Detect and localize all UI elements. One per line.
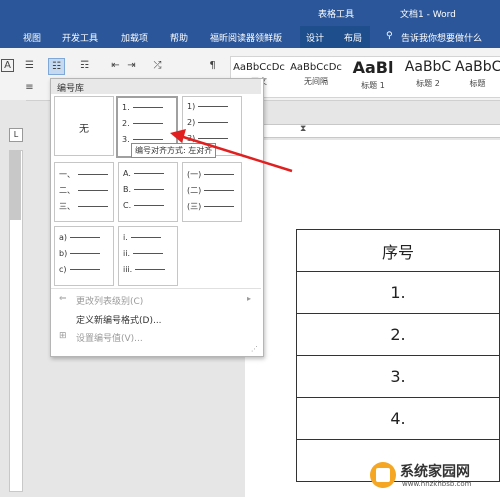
tile-line: B. xyxy=(123,185,173,194)
show-marks-icon[interactable]: ¶ xyxy=(205,58,220,73)
tab-selector[interactable]: L xyxy=(9,128,23,142)
table-cell[interactable]: 4. xyxy=(296,397,500,440)
numbering-tile-chinese[interactable]: 一、 二、 三、 xyxy=(54,162,114,222)
table-row: 3. xyxy=(296,355,500,398)
context-tab-group: 表格工具 xyxy=(318,10,355,20)
vertical-ruler-margin xyxy=(9,150,21,220)
tile-line: c) xyxy=(59,265,109,274)
resize-grip-icon[interactable]: ⋰ xyxy=(251,345,258,353)
table-cell[interactable]: 1. xyxy=(296,271,500,314)
set-value-icon: ⊞ xyxy=(59,331,67,341)
menu-set-numbering-value: 设置编号值(V)... xyxy=(76,334,143,344)
tile-line: C. xyxy=(123,201,173,210)
tab-view[interactable]: 视图 xyxy=(23,31,41,44)
watermark: 系统家园网 www.hnzkhbsb.com xyxy=(370,458,495,492)
numbering-button[interactable]: ☷ xyxy=(48,58,65,75)
table-header-cell[interactable]: 序号 xyxy=(296,229,500,272)
tile-line: b) xyxy=(59,249,109,258)
style-no-spacing[interactable]: AaBbCcDc 无间隔 xyxy=(288,58,344,94)
watermark-url: www.hnzkhbsb.com xyxy=(402,480,472,488)
menu-divider xyxy=(51,288,261,289)
change-level-icon: ⇐ xyxy=(59,294,67,304)
bullets-icon[interactable]: ☰ xyxy=(22,58,37,73)
annotation-arrow xyxy=(170,129,293,173)
increase-indent-icon[interactable]: ⇥ xyxy=(124,58,139,73)
table-row: 序号 xyxy=(296,229,500,272)
style-heading-1[interactable]: AaBl 标题 1 xyxy=(345,58,401,94)
table-row: 4. xyxy=(296,397,500,440)
table-cell[interactable]: 3. xyxy=(296,355,500,398)
menu-define-new-format[interactable]: 定义新编号格式(D)... xyxy=(76,313,162,326)
tab-addins[interactable]: 加载项 xyxy=(121,31,148,44)
document-table: 序号 1. 2. 3. 4. xyxy=(296,229,500,482)
decrease-indent-icon[interactable]: ⇤ xyxy=(108,58,123,73)
style-title[interactable]: AaBbC 标题 xyxy=(455,58,500,94)
multilevel-list-icon[interactable]: ☶ xyxy=(77,58,92,73)
table-row: 2. xyxy=(296,313,500,356)
text-box-icon[interactable]: A xyxy=(1,59,14,72)
tile-line: (三) xyxy=(187,201,237,212)
menu-change-list-level: 更改列表级别(C) xyxy=(76,297,144,307)
table-cell[interactable]: 2. xyxy=(296,313,500,356)
document-title: 文档1 - Word xyxy=(400,10,456,20)
table-row: 1. xyxy=(296,271,500,314)
tab-foxit[interactable]: 福昕阅读器领鲜版 xyxy=(210,31,282,44)
sort-icon[interactable]: ⤮ xyxy=(150,58,165,73)
tile-line: iii. xyxy=(123,265,173,274)
tile-line: a) xyxy=(59,233,109,242)
tile-line: 1) xyxy=(187,102,237,111)
search-icon[interactable]: ⚲ xyxy=(386,31,393,41)
numbering-tile-lower-alpha[interactable]: a) b) c) xyxy=(54,226,114,286)
watermark-title: 系统家园网 xyxy=(400,464,470,480)
tab-design[interactable]: 设计 xyxy=(306,31,324,44)
indent-marker[interactable]: ⧗ xyxy=(300,124,308,137)
tab-help[interactable]: 帮助 xyxy=(170,31,188,44)
tile-line: ii. xyxy=(123,249,173,258)
style-heading-2[interactable]: AaBbC 标题 2 xyxy=(400,58,456,94)
house-icon xyxy=(376,468,390,482)
tile-line: 1. xyxy=(122,103,172,112)
tile-line: (二) xyxy=(187,185,237,196)
align-left-icon[interactable]: ≡ xyxy=(22,80,37,95)
tile-line: 二、 xyxy=(59,185,109,196)
tile-line: i. xyxy=(123,233,173,242)
tab-layout[interactable]: 布局 xyxy=(344,31,362,44)
numbering-library-title: 编号库 xyxy=(57,84,85,94)
tell-me-box[interactable]: 告诉我你想要做什么 xyxy=(401,31,482,44)
submenu-arrow-icon: ▸ xyxy=(247,294,252,303)
tab-developer[interactable]: 开发工具 xyxy=(62,31,98,44)
numbering-tile-lower-roman[interactable]: i. ii. iii. xyxy=(118,226,178,286)
none-label: 无 xyxy=(79,124,89,135)
numbering-none-tile[interactable]: 无 xyxy=(54,96,114,156)
tile-line: 一、 xyxy=(59,169,109,180)
tile-line: 三、 xyxy=(59,201,109,212)
